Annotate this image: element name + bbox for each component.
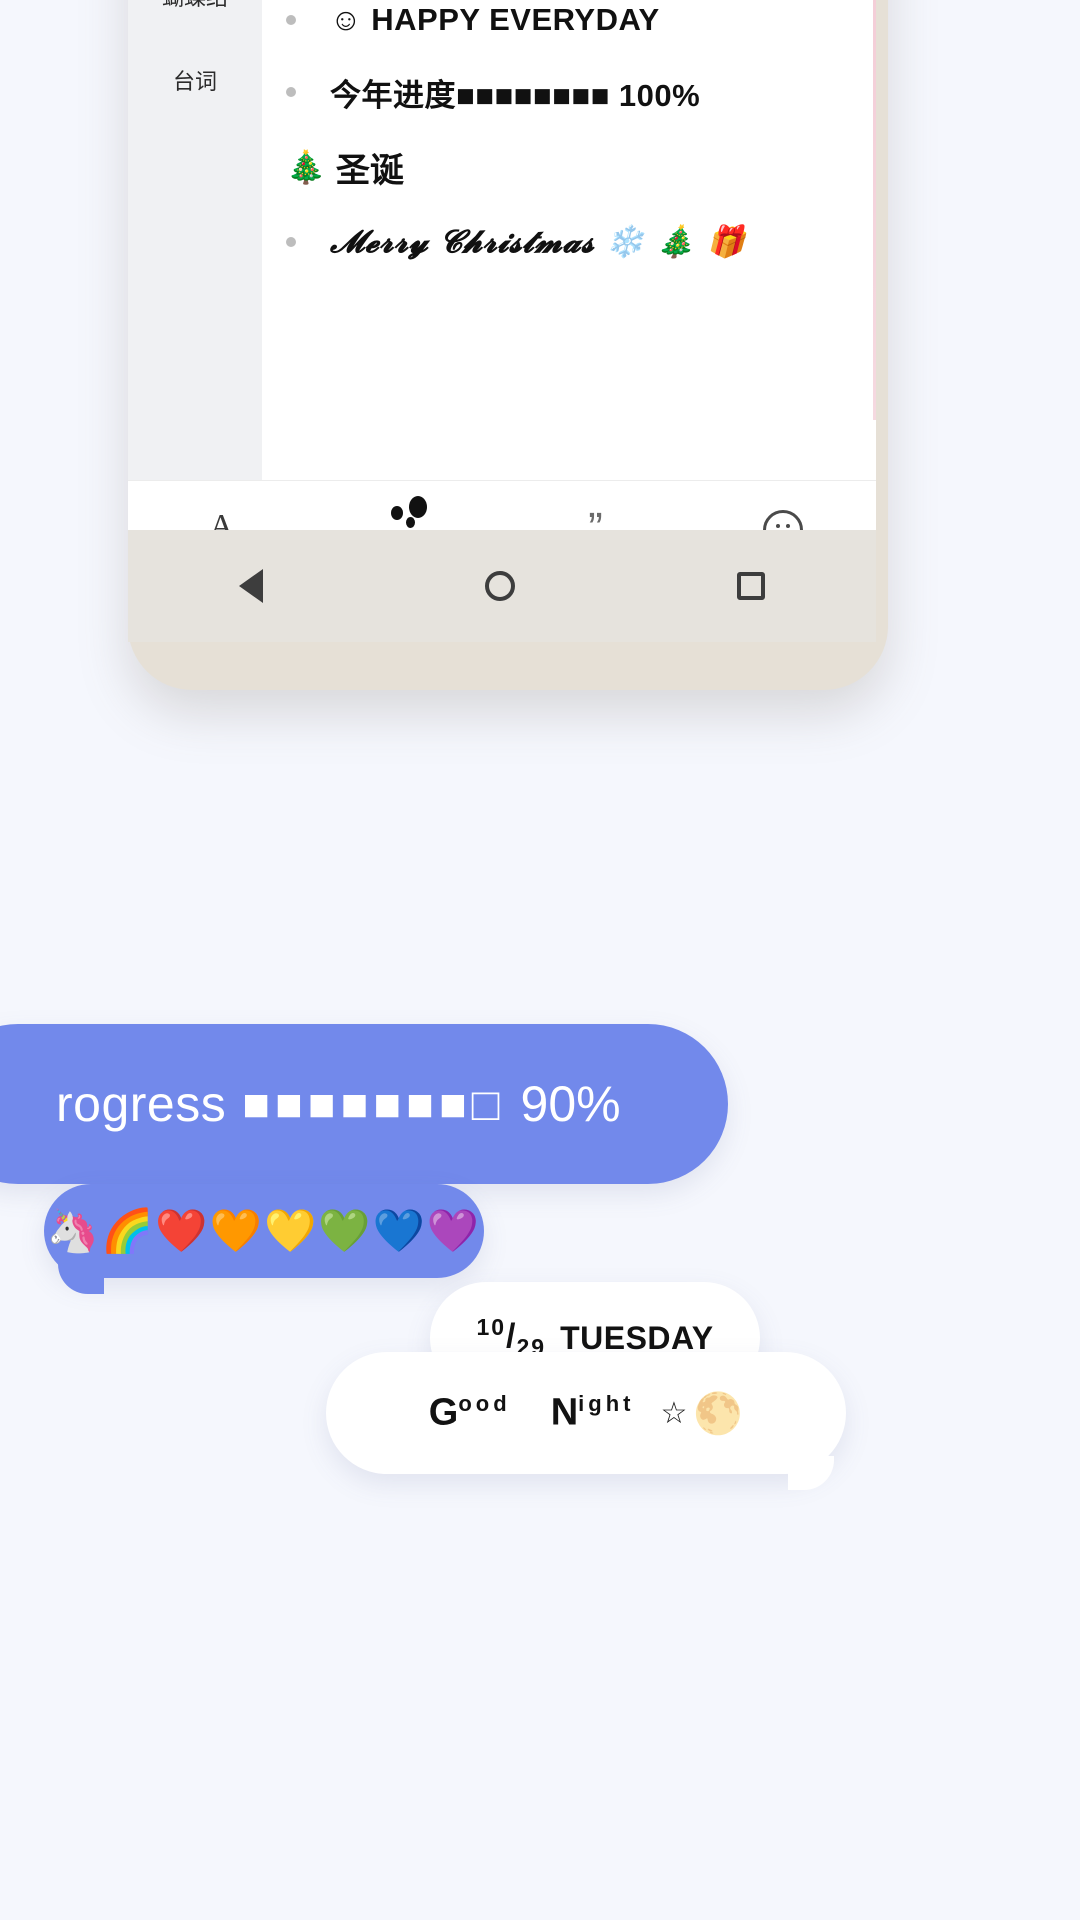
bubble-tail-left <box>58 1260 104 1294</box>
phrase-text: 今年进度■■■■■■■■ 100% <box>330 77 701 113</box>
sidebar-item-lines[interactable]: 台词 <box>128 38 262 122</box>
chat-bubble-progress: rogress ■■■■■■■□ 90% <box>0 1024 728 1184</box>
screen-root: Emoji 蝴蝶结 台词 ❄️ Happy New Year 🌿 𝓗𝓪𝓹𝓹𝔂 𝓝… <box>0 0 1080 1920</box>
phrases-icon <box>389 496 429 528</box>
good-word: Good <box>429 1391 511 1435</box>
night-rest: ight <box>578 1391 635 1417</box>
progress-label: rogress <box>56 1076 227 1132</box>
bullet-icon <box>286 237 296 247</box>
list-item[interactable]: 𝓜𝓮𝓻𝓻𝔂 𝓒𝓱𝓻𝓲𝓼𝓽𝓶𝓪𝓼 ❄️ 🎄 🎁 <box>262 206 876 278</box>
good-initial: G <box>428 1391 459 1434</box>
keyboard-panel: Emoji 蝴蝶结 台词 ❄️ Happy New Year 🌿 𝓗𝓪𝓹𝓹𝔂 𝓝… <box>128 0 876 578</box>
date-month: 10 <box>476 1314 507 1341</box>
phone-screen: Emoji 蝴蝶结 台词 ❄️ Happy New Year 🌿 𝓗𝓪𝓹𝓹𝔂 𝓝… <box>128 0 876 578</box>
bullet-icon <box>286 87 296 97</box>
bubble-tail-right <box>788 1456 834 1490</box>
android-nav-bar <box>128 530 876 642</box>
night-initial: N <box>550 1391 579 1434</box>
section-header-label: 圣诞 <box>335 151 404 190</box>
emoji-sequence: 🦄🌈❤️🧡💛💚💙💜 <box>46 1206 482 1254</box>
night-word: Night <box>551 1391 635 1435</box>
home-circle-icon[interactable] <box>485 571 515 601</box>
progress-bar-blocks: ■■■■■■■□ <box>242 1078 505 1130</box>
progress-percent: 90% <box>520 1076 621 1132</box>
back-triangle-icon[interactable] <box>239 569 263 603</box>
list-item[interactable]: ☺ HAPPY EVERYDAY <box>262 0 876 56</box>
list-item[interactable]: 今年进度■■■■■■■■ 100% <box>262 56 876 128</box>
section-header-christmas: 🎄 圣诞 <box>262 128 876 206</box>
chat-bubble-emoji-row: 🦄🌈❤️🧡💛💚💙💜 <box>44 1184 484 1294</box>
star-icon: ☆ <box>660 1396 688 1430</box>
phrase-text: ☺ HAPPY EVERYDAY <box>330 2 660 37</box>
recents-square-icon[interactable] <box>737 572 765 600</box>
sidebar-item-bowknot[interactable]: 蝴蝶结 <box>128 0 262 38</box>
chat-bubble-good-night: Good Night ☆ 🌕 <box>326 1352 846 1490</box>
bullet-icon <box>286 15 296 25</box>
good-rest: ood <box>458 1391 511 1417</box>
phone-edge-highlight <box>873 0 876 420</box>
christmas-tree-icon: 🎄 <box>286 149 326 185</box>
date-weekday: TUESDAY <box>560 1319 714 1356</box>
moon-icon: 🌕 <box>693 1391 744 1436</box>
phone-mockup: Emoji 蝴蝶结 台词 ❄️ Happy New Year 🌿 𝓗𝓪𝓹𝓹𝔂 𝓝… <box>128 0 888 690</box>
phrase-text: 𝓜𝓮𝓻𝓻𝔂 𝓒𝓱𝓻𝓲𝓼𝓽𝓶𝓪𝓼 ❄️ 🎄 🎁 <box>330 224 746 260</box>
